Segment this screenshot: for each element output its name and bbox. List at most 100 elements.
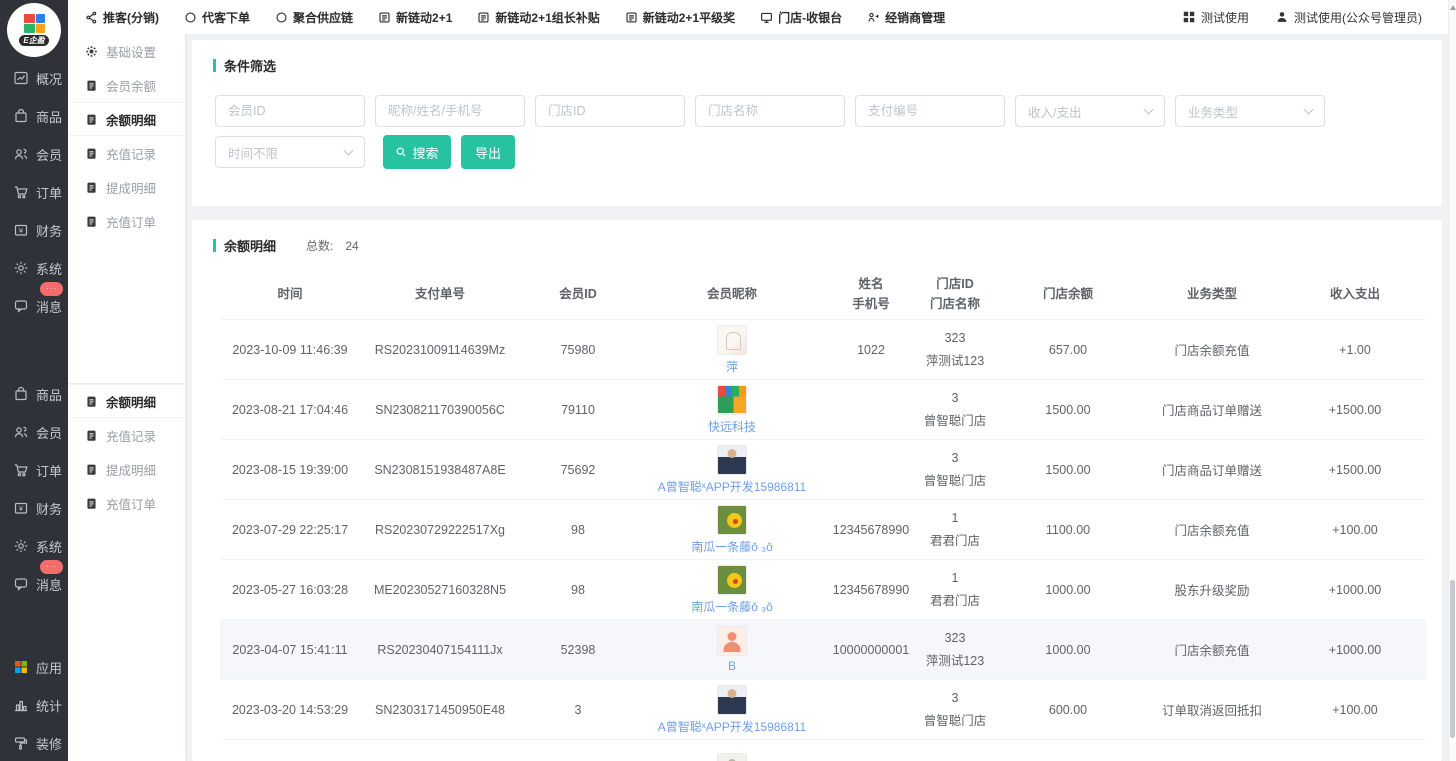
- col-header-pay-no: 支付单号: [360, 284, 520, 304]
- cell-store: 3 曾智聪门店: [914, 687, 996, 732]
- sidebar-item-decorate[interactable]: 装修: [0, 724, 68, 761]
- doc-icon: [85, 497, 98, 510]
- member-nickname-link[interactable]: 快远科技: [708, 418, 756, 435]
- member-nickname-link[interactable]: B: [728, 659, 736, 673]
- cell-nickname: 南瓜一条藤ǒ ₃ǒ: [636, 505, 828, 555]
- sidebar-label: 订单: [36, 461, 62, 480]
- member-id-input[interactable]: [215, 95, 365, 127]
- nickname-name-phone-input[interactable]: [375, 95, 525, 127]
- orders-icon: [13, 184, 29, 200]
- sidebar-label: 概况: [36, 69, 62, 88]
- scrollbar-thumb[interactable]: [1450, 580, 1455, 738]
- decorate-icon: [13, 735, 29, 751]
- member-nickname-link[interactable]: 萍: [726, 358, 738, 375]
- nav-tuike[interactable]: 推客(分销): [85, 9, 159, 26]
- doc-icon: [85, 429, 98, 442]
- stats-icon: [13, 697, 29, 713]
- member-nickname-link[interactable]: A曾智聪ˣAPP开发15986811: [658, 718, 806, 735]
- submenu-item-recharge-orders-2[interactable]: 充值订单: [68, 486, 185, 520]
- sidebar-item-members-2[interactable]: 会员: [0, 413, 68, 451]
- cell-biz-type: 门店商品订单赠送: [1140, 460, 1284, 479]
- sidebar-item-goods-2[interactable]: 商品: [0, 375, 68, 413]
- submenu-item-member-balance[interactable]: 会员余额: [68, 68, 185, 102]
- cell-balance: 1100.00: [996, 523, 1140, 537]
- nav-daike[interactable]: 代客下单: [184, 9, 250, 26]
- store-id: 3: [914, 687, 996, 710]
- submenu-item-recharge-records[interactable]: 充值记录: [68, 136, 185, 170]
- store-id-input[interactable]: [535, 95, 685, 127]
- doc-icon: [85, 395, 98, 408]
- sidebar-item-members[interactable]: 会员: [0, 135, 68, 173]
- export-button[interactable]: 导出: [461, 135, 515, 169]
- col-header-in-out: 收入支出: [1284, 284, 1426, 304]
- sidebar-item-finance[interactable]: ¥ 财务: [0, 211, 68, 249]
- store-name-input[interactable]: [695, 95, 845, 127]
- member-nickname-link[interactable]: 南瓜一条藤ǒ ₃ǒ: [691, 538, 773, 555]
- submenu-item-balance-detail-2[interactable]: 余额明细: [68, 384, 185, 418]
- sidebar-item-overview[interactable]: 概况: [0, 59, 68, 97]
- cell-phone: 10000000001: [828, 643, 914, 657]
- form-icon: [625, 11, 638, 24]
- submenu-item-balance-detail[interactable]: 余额明细: [68, 102, 185, 136]
- cell-pay-no: RS20231009114639Mz: [360, 343, 520, 357]
- sidebar-label: 装修: [36, 734, 62, 753]
- test-use-button[interactable]: 测试使用: [1182, 9, 1249, 26]
- table-row: 2023-03-20 14:53:29 SN2303171450950E48 3…: [220, 679, 1426, 739]
- store-name: 曾智聪门店: [914, 710, 996, 733]
- payment-no-input[interactable]: [855, 95, 1005, 127]
- nav-pos[interactable]: 门店-收银台: [760, 9, 842, 26]
- cell-amount: +100.00: [1284, 703, 1426, 717]
- table-row: 2023-08-21 17:04:46 SN230821170390056C 7…: [220, 379, 1426, 439]
- sidebar-item-goods[interactable]: 商品: [0, 97, 68, 135]
- cell-biz-type: 门店余额充值: [1140, 520, 1284, 539]
- cell-nickname: 萍: [636, 325, 828, 375]
- submenu-item-recharge-records-2[interactable]: 充值记录: [68, 418, 185, 452]
- members-icon: [13, 146, 29, 162]
- income-expense-select[interactable]: 收入/支出: [1015, 95, 1165, 127]
- store-name: 萍测试123: [914, 650, 996, 673]
- filter-inputs-row: 收入/支出 业务类型: [215, 95, 1442, 127]
- cell-time: 2023-10-09 11:46:39: [220, 343, 360, 357]
- sidebar-item-finance-2[interactable]: ¥ 财务: [0, 489, 68, 527]
- table-row-partial: 3: [220, 739, 1426, 761]
- nav-dealer[interactable]: 经销商管理: [867, 9, 945, 26]
- cell-member-id: 75692: [520, 463, 636, 477]
- sidebar-item-message[interactable]: 消息 ···: [0, 287, 68, 325]
- search-button[interactable]: 搜索: [383, 135, 451, 169]
- balance-detail-card: 余额明细 总数: 24 时间 支付单号 会员ID 会员昵称 姓名 手机号 门店I…: [192, 220, 1442, 761]
- sidebar-item-orders[interactable]: 订单: [0, 173, 68, 211]
- submenu-item-recharge-orders[interactable]: 充值订单: [68, 204, 185, 238]
- sidebar-item-apps[interactable]: 应用: [0, 648, 68, 686]
- member-nickname-link[interactable]: A曾智聪ˣAPP开发15986811: [658, 478, 806, 495]
- current-user[interactable]: 测试使用(公众号管理员): [1275, 9, 1422, 26]
- submenu-item-commission-detail[interactable]: 提成明细: [68, 170, 185, 204]
- total-label: 总数:: [306, 237, 333, 254]
- vertical-scrollbar[interactable]: [1448, 0, 1456, 761]
- nav-juhe[interactable]: 聚合供应链: [275, 9, 353, 26]
- filter-actions-row: 时间不限 搜索 导出: [215, 135, 1442, 169]
- grid-icon: [1182, 10, 1196, 24]
- user-icon: [1275, 10, 1289, 24]
- circle-icon: [275, 11, 288, 24]
- member-nickname-link[interactable]: 南瓜一条藤ǒ ₃ǒ: [691, 598, 773, 615]
- cell-phone: 1022: [828, 343, 914, 357]
- submenu-item-commission-detail-2[interactable]: 提成明细: [68, 452, 185, 486]
- cell-amount: +1000.00: [1284, 583, 1426, 597]
- sidebar-item-message-2[interactable]: 消息 ···: [0, 565, 68, 603]
- nav-liandong3[interactable]: 新链动2+1平级奖: [625, 9, 735, 26]
- time-range-select[interactable]: 时间不限: [215, 136, 365, 168]
- sidebar-label: 商品: [36, 385, 62, 404]
- sidebar-item-orders-2[interactable]: 订单: [0, 451, 68, 489]
- business-type-select[interactable]: 业务类型: [1175, 95, 1325, 127]
- submenu-group-2: 余额明细 充值记录 提成明细 充值订单: [68, 383, 185, 520]
- cell-nickname: A曾智聪ˣAPP开发15986811: [636, 685, 828, 735]
- scrollbar-up-arrow-icon[interactable]: [1450, 5, 1456, 10]
- members-icon: [13, 424, 29, 440]
- sidebar-label: 财务: [36, 499, 62, 518]
- rail-group-1: 概况 商品 会员 订单 ¥ 财务 系统: [0, 59, 68, 325]
- nav-liandong1[interactable]: 新链动2+1: [378, 9, 452, 26]
- submenu-item-basic-settings[interactable]: 基础设置: [68, 34, 185, 68]
- sidebar-item-stats[interactable]: 统计: [0, 686, 68, 724]
- app-logo[interactable]: E企盈: [7, 3, 61, 57]
- nav-liandong2[interactable]: 新链动2+1组长补贴: [477, 9, 599, 26]
